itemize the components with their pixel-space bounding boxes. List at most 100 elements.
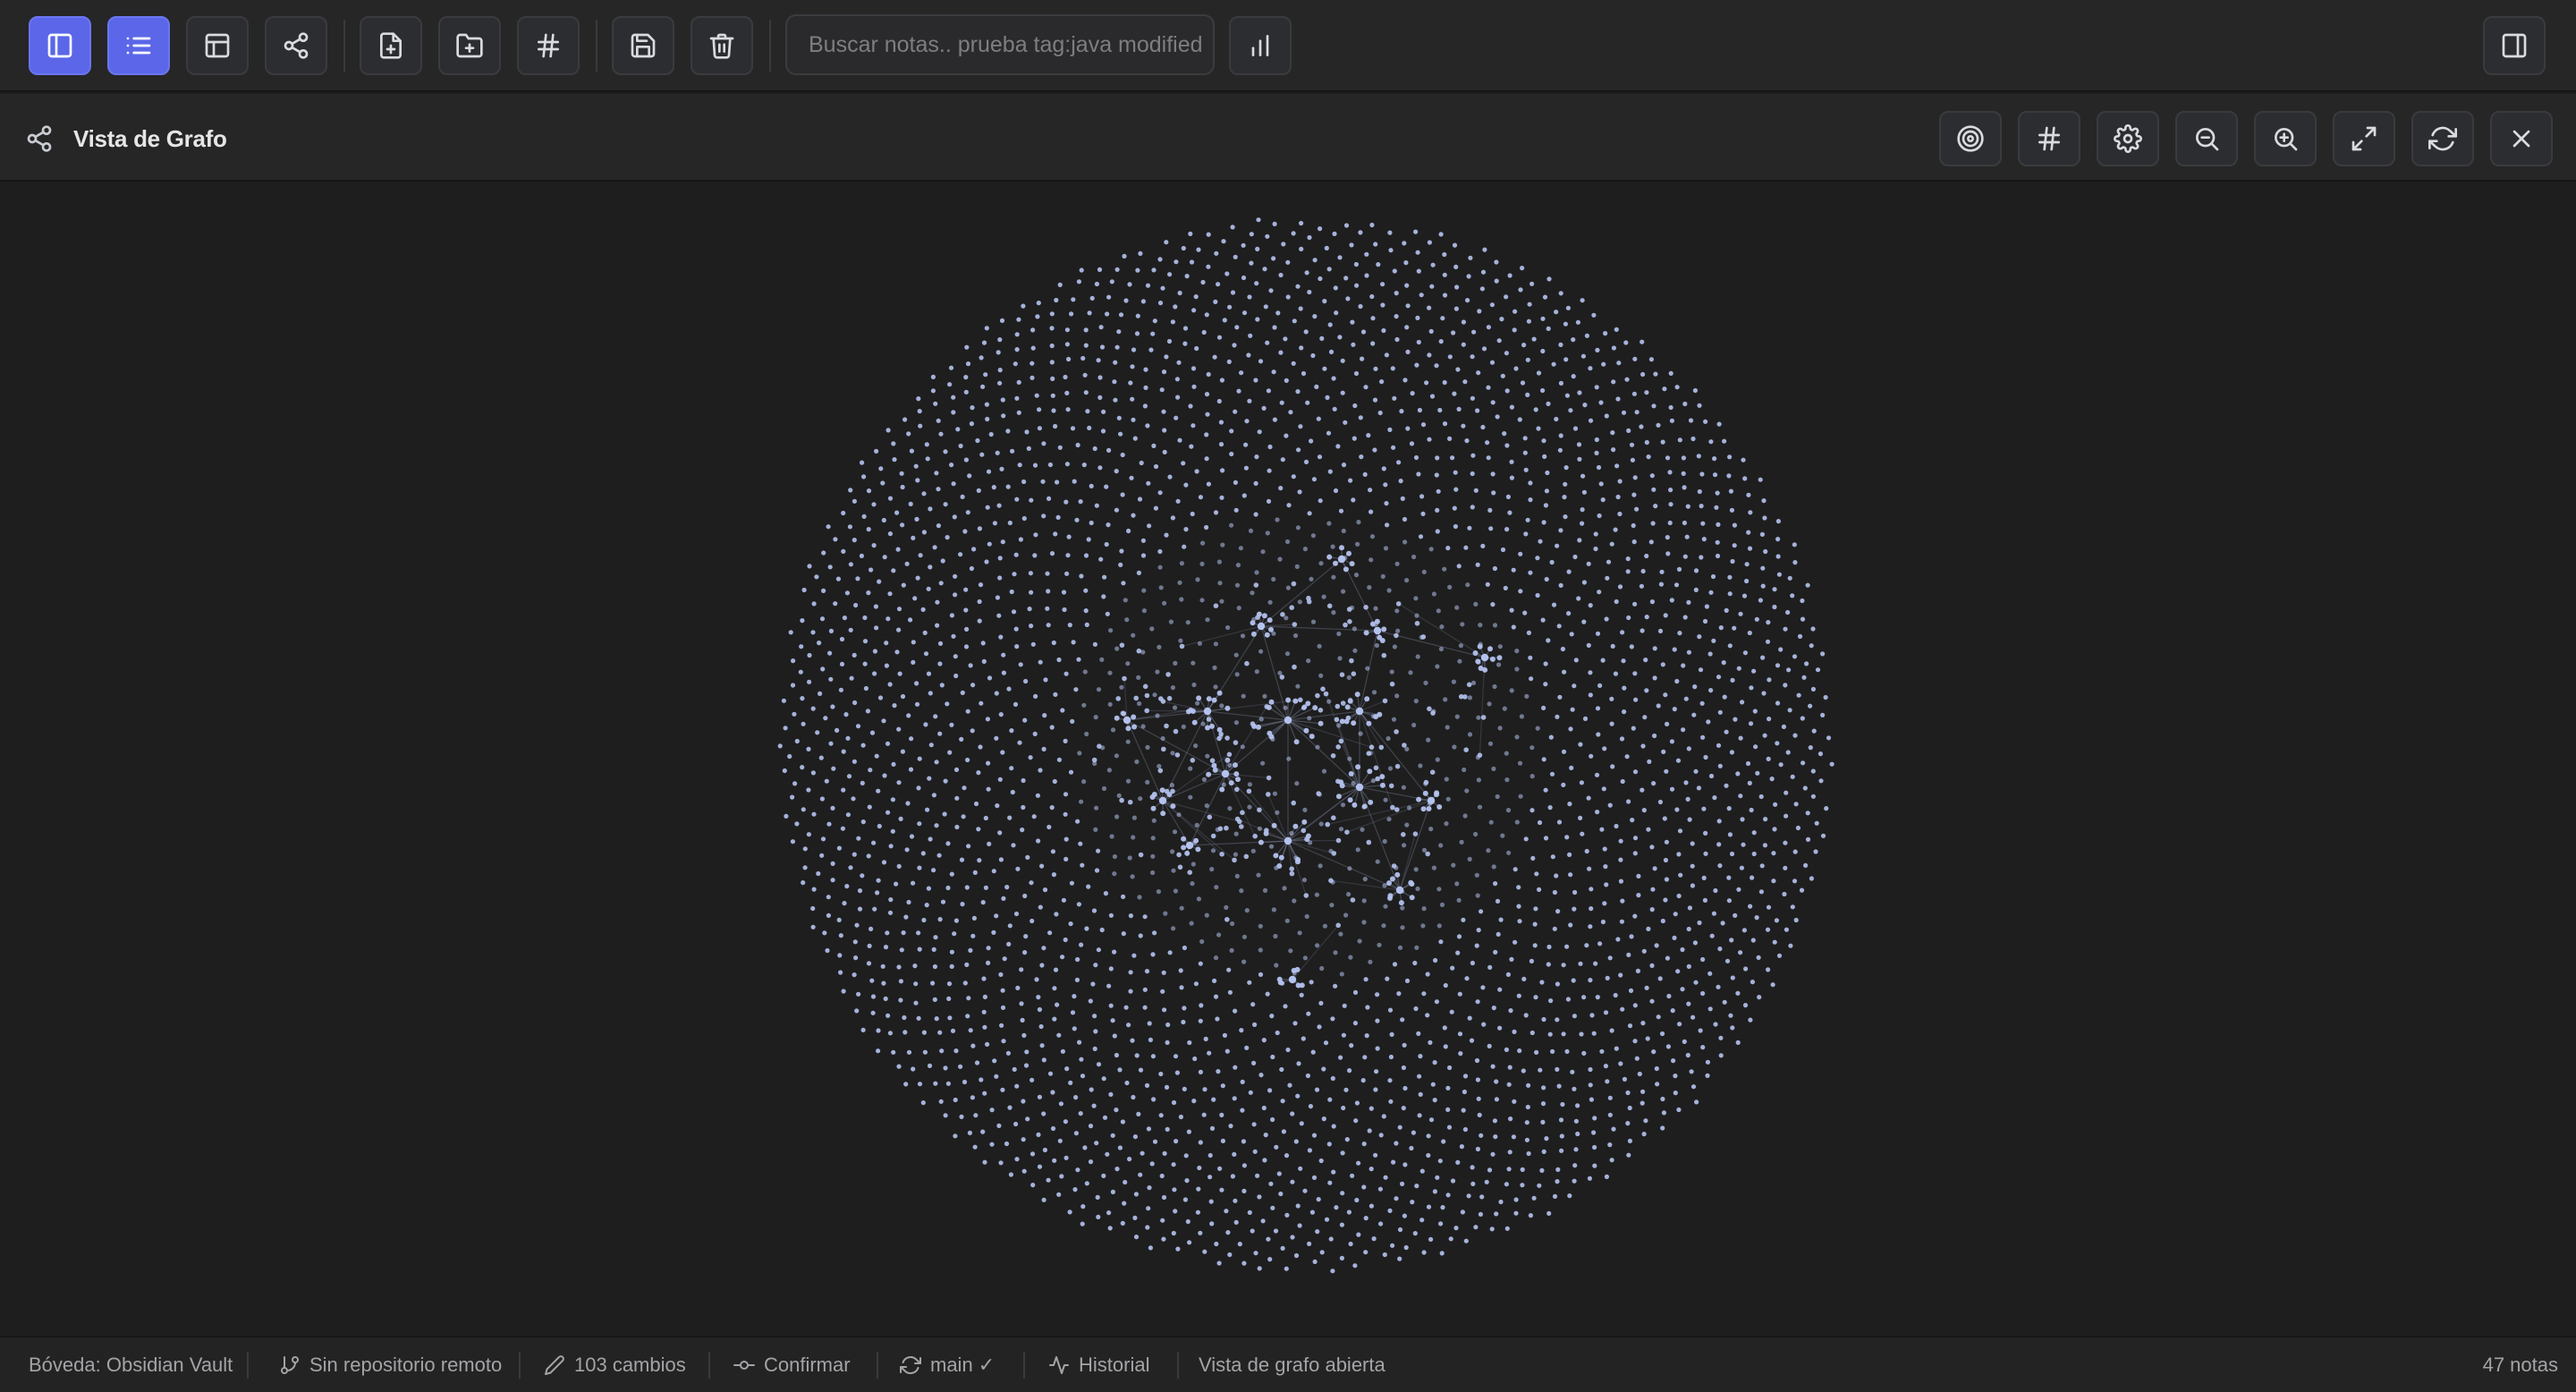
- graph-node[interactable]: [1295, 389, 1301, 395]
- graph-node[interactable]: [848, 865, 853, 870]
- graph-node[interactable]: [1215, 1016, 1220, 1022]
- graph-node[interactable]: [1678, 872, 1683, 878]
- graph-node[interactable]: [1703, 754, 1708, 760]
- graph-node[interactable]: [1566, 611, 1572, 616]
- graph-node[interactable]: [1402, 241, 1407, 246]
- graph-node[interactable]: [1401, 785, 1406, 790]
- graph-node[interactable]: [1221, 769, 1230, 778]
- graph-node[interactable]: [1506, 850, 1512, 855]
- graph-node[interactable]: [1582, 403, 1588, 408]
- graph-node[interactable]: [1580, 473, 1586, 479]
- graph-node[interactable]: [810, 770, 817, 776]
- graph-node[interactable]: [1593, 531, 1598, 537]
- graph-node[interactable]: [1523, 836, 1529, 842]
- graph-node[interactable]: [1652, 646, 1657, 651]
- graph-node[interactable]: [1347, 698, 1353, 704]
- graph-node[interactable]: [1119, 797, 1124, 803]
- graph-node[interactable]: [1445, 725, 1450, 730]
- graph-node[interactable]: [1480, 424, 1486, 430]
- graph-node[interactable]: [1331, 1169, 1336, 1175]
- graph-node[interactable]: [1481, 1022, 1487, 1027]
- graph-node[interactable]: [1453, 1226, 1459, 1231]
- graph-node[interactable]: [1268, 1181, 1274, 1186]
- graph-node[interactable]: [1014, 1157, 1020, 1162]
- graph-node[interactable]: [1241, 275, 1247, 281]
- graph-node[interactable]: [999, 466, 1004, 471]
- graph-node[interactable]: [1643, 658, 1648, 663]
- graph-node[interactable]: [938, 431, 944, 437]
- graph-node[interactable]: [1330, 544, 1335, 549]
- graph-node[interactable]: [1082, 372, 1088, 378]
- graph-node[interactable]: [1107, 1226, 1113, 1231]
- graph-node[interactable]: [1454, 881, 1460, 887]
- graph-node[interactable]: [1023, 934, 1029, 939]
- graph-node[interactable]: [1649, 473, 1655, 479]
- graph-node[interactable]: [810, 706, 816, 711]
- graph-node[interactable]: [1298, 306, 1303, 311]
- graph-node[interactable]: [1627, 1023, 1633, 1029]
- graph-node[interactable]: [1331, 610, 1336, 615]
- graph-node[interactable]: [1267, 444, 1273, 450]
- graph-node[interactable]: [1373, 714, 1379, 720]
- graph-node[interactable]: [1565, 305, 1571, 310]
- graph-node[interactable]: [1518, 287, 1523, 293]
- graph-node[interactable]: [1600, 919, 1606, 925]
- graph-node[interactable]: [998, 712, 1004, 717]
- graph-node[interactable]: [1123, 716, 1131, 725]
- graph-node[interactable]: [1763, 817, 1768, 822]
- graph-node[interactable]: [954, 795, 960, 801]
- graph-node[interactable]: [1582, 716, 1589, 722]
- graph-node[interactable]: [1212, 665, 1217, 671]
- graph-node[interactable]: [1258, 717, 1264, 722]
- graph-node[interactable]: [1089, 520, 1094, 526]
- graph-node[interactable]: [1174, 752, 1181, 758]
- graph-node[interactable]: [1216, 735, 1222, 742]
- graph-node[interactable]: [1598, 481, 1604, 487]
- graph-node[interactable]: [1025, 1116, 1030, 1122]
- graph-node[interactable]: [1563, 465, 1569, 471]
- graph-node[interactable]: [1019, 1001, 1024, 1006]
- graph-nodes[interactable]: [777, 217, 1835, 1274]
- graph-node[interactable]: [1665, 551, 1671, 556]
- graph-node[interactable]: [1672, 935, 1677, 940]
- graph-node[interactable]: [1304, 913, 1309, 920]
- graph-node[interactable]: [1505, 808, 1512, 813]
- graph-node[interactable]: [920, 851, 926, 856]
- graph-node[interactable]: [962, 980, 968, 986]
- graph-node[interactable]: [1354, 1197, 1360, 1203]
- graph-node[interactable]: [894, 510, 900, 515]
- graph-node[interactable]: [1462, 379, 1468, 385]
- graph-node[interactable]: [900, 749, 906, 754]
- graph-node[interactable]: [1492, 623, 1498, 628]
- graph-node[interactable]: [1800, 598, 1805, 604]
- graph-node[interactable]: [821, 588, 826, 593]
- graph-node[interactable]: [1701, 806, 1707, 811]
- graph-node[interactable]: [995, 803, 1000, 809]
- graph-node[interactable]: [1470, 960, 1475, 966]
- graph-node[interactable]: [1394, 871, 1401, 878]
- graph-node[interactable]: [1438, 339, 1444, 344]
- graph-node[interactable]: [943, 1065, 948, 1071]
- graph-node[interactable]: [1376, 262, 1381, 267]
- graph-node[interactable]: [1464, 438, 1470, 444]
- graph-node[interactable]: [1097, 267, 1103, 272]
- graph-node[interactable]: [784, 813, 789, 819]
- graph-node[interactable]: [1218, 420, 1224, 425]
- graph-node[interactable]: [1199, 598, 1205, 603]
- graph-node[interactable]: [1377, 942, 1382, 947]
- graph-node[interactable]: [1767, 677, 1772, 683]
- graph-node[interactable]: [1182, 1006, 1187, 1011]
- graph-node[interactable]: [1681, 663, 1686, 668]
- graph-node[interactable]: [1007, 815, 1013, 820]
- graph-node[interactable]: [1394, 608, 1400, 614]
- graph-node[interactable]: [1277, 556, 1283, 562]
- graph-node[interactable]: [1089, 1087, 1094, 1092]
- graph-node[interactable]: [1122, 253, 1127, 259]
- graph-node[interactable]: [1083, 553, 1089, 558]
- graph-node[interactable]: [1730, 558, 1735, 564]
- graph-node[interactable]: [1413, 596, 1419, 601]
- graph-node[interactable]: [1808, 745, 1813, 751]
- graph-node[interactable]: [1193, 981, 1199, 987]
- graph-node[interactable]: [1589, 906, 1594, 912]
- graph-node[interactable]: [1627, 1138, 1632, 1143]
